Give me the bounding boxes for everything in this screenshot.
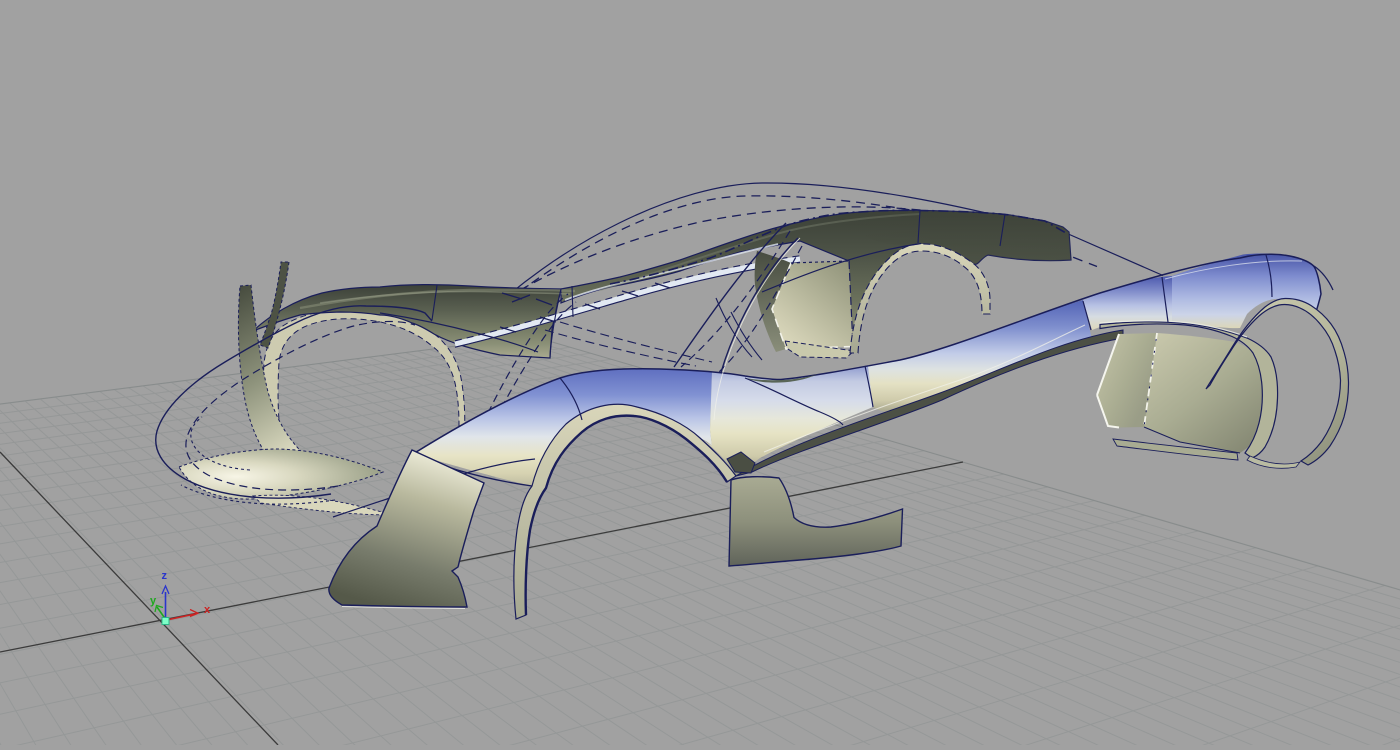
svg-text:z: z	[162, 570, 168, 582]
svg-text:x: x	[204, 604, 211, 616]
svg-text:y: y	[150, 595, 157, 607]
